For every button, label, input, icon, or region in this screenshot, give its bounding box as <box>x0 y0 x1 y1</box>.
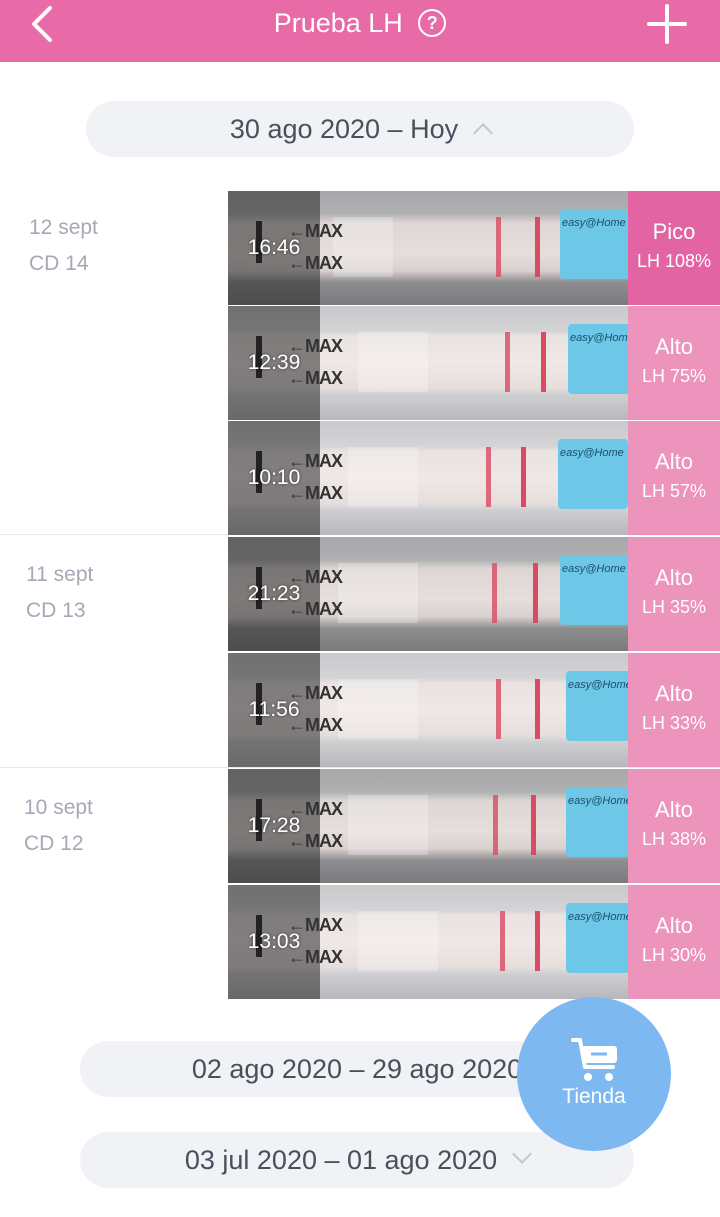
day-group-2: 11 sept CD 13 <box>26 557 93 629</box>
chevron-up-icon <box>473 123 493 143</box>
test-level-badge: Alto LH 33% <box>628 653 720 767</box>
test-lh-value: LH 57% <box>641 481 707 501</box>
app-header: Prueba LH ? <box>0 0 720 62</box>
day-date: 12 sept <box>29 216 98 239</box>
brand-logo: easy@Home <box>568 324 628 394</box>
test-time: 17:28 <box>247 814 301 837</box>
day-cycle: CD 13 <box>26 599 86 622</box>
day-date: 11 sept <box>26 563 94 586</box>
test-row[interactable]: easy@Home ←MAX ←MAX 11:56 Alto LH 33% <box>228 653 720 767</box>
brand-text: easy@Home <box>562 563 626 575</box>
test-level-badge: Alto LH 30% <box>628 885 720 999</box>
day-group-1: 12 sept CD 14 <box>29 210 98 282</box>
add-test-button[interactable] <box>645 2 689 46</box>
test-row[interactable]: easy@Home ←MAX ←MAX 17:28 Alto LH 38% <box>228 769 720 883</box>
cart-icon <box>571 1038 617 1081</box>
test-level: Alto <box>655 913 693 938</box>
day-group-3: 10 sept CD 12 <box>24 790 93 862</box>
test-lh-value: LH 75% <box>641 366 707 386</box>
brand-logo: easy@Home <box>560 209 628 279</box>
test-level-badge: Alto LH 38% <box>628 769 720 883</box>
brand-text: easy@Home <box>562 217 626 229</box>
test-level: Alto <box>655 565 693 590</box>
header-title-wrap: Prueba LH ? <box>0 8 720 39</box>
help-icon[interactable]: ? <box>418 9 447 37</box>
brand-logo: easy@Home <box>560 555 628 625</box>
chevron-down-icon <box>512 1144 533 1164</box>
test-row[interactable]: easy@Home ←MAX ←MAX 21:23 Alto LH 35% <box>228 537 720 651</box>
divider <box>0 767 720 768</box>
day-cycle: CD 12 <box>24 832 84 855</box>
brand-text: easy@Home <box>568 679 628 691</box>
test-row[interactable]: easy@Home ←MAX ←MAX 12:39 Alto LH 75% <box>228 306 720 420</box>
store-button[interactable]: Tienda <box>517 997 671 1151</box>
test-time: 16:46 <box>247 236 301 259</box>
brand-text: easy@Home <box>568 911 628 923</box>
period-label: 03 jul 2020 – 01 ago 2020 <box>184 1145 498 1175</box>
test-level-badge: Pico LH 108% <box>628 191 720 305</box>
test-time: 12:39 <box>247 351 301 374</box>
day-date: 10 sept <box>24 796 93 819</box>
test-lh-value: LH 30% <box>641 945 707 965</box>
test-time: 13:03 <box>247 930 301 953</box>
test-time: 21:23 <box>247 582 301 605</box>
test-lh-value: LH 33% <box>641 713 707 733</box>
test-level: Pico <box>652 219 696 244</box>
test-level: Alto <box>655 334 693 359</box>
test-level-badge: Alto LH 75% <box>628 306 720 420</box>
store-label: Tienda <box>562 1085 626 1108</box>
brand-text: easy@Home <box>560 447 624 459</box>
test-row[interactable]: easy@Home ←MAX ←MAX 10:10 Alto LH 57% <box>228 421 720 535</box>
brand-logo: easy@Home <box>566 671 628 741</box>
test-level: Alto <box>655 449 693 474</box>
brand-text: easy@Home <box>568 795 628 807</box>
period-label: 02 ago 2020 – 29 ago 2020 <box>191 1054 523 1084</box>
plus-icon <box>647 4 687 44</box>
brand-logo: easy@Home <box>566 903 628 973</box>
day-cycle: CD 14 <box>29 252 89 275</box>
test-time: 10:10 <box>247 466 301 489</box>
test-level: Alto <box>655 797 693 822</box>
test-level-badge: Alto LH 57% <box>628 421 720 535</box>
brand-text: easy@Home <box>570 332 628 344</box>
test-lh-value: LH 35% <box>641 597 707 617</box>
test-level-badge: Alto LH 35% <box>628 537 720 651</box>
test-row[interactable]: easy@Home ←MAX ←MAX 13:03 Alto LH 30% <box>228 885 720 999</box>
current-period-selector[interactable]: 30 ago 2020 – Hoy <box>86 101 634 157</box>
page-title: Prueba LH <box>273 8 403 38</box>
test-time: 11:56 <box>248 698 300 721</box>
brand-logo: easy@Home <box>566 787 628 857</box>
brand-logo: easy@Home <box>558 439 628 509</box>
test-lh-value: LH 108% <box>636 251 712 271</box>
test-level: Alto <box>655 681 693 706</box>
test-row[interactable]: easy@Home ←MAX ←MAX 16:46 Pico LH 108% <box>228 191 720 305</box>
current-period-label: 30 ago 2020 – Hoy <box>229 114 459 144</box>
test-lh-value: LH 38% <box>641 829 707 849</box>
previous-period-selector[interactable]: 03 jul 2020 – 01 ago 2020 <box>80 1132 634 1188</box>
